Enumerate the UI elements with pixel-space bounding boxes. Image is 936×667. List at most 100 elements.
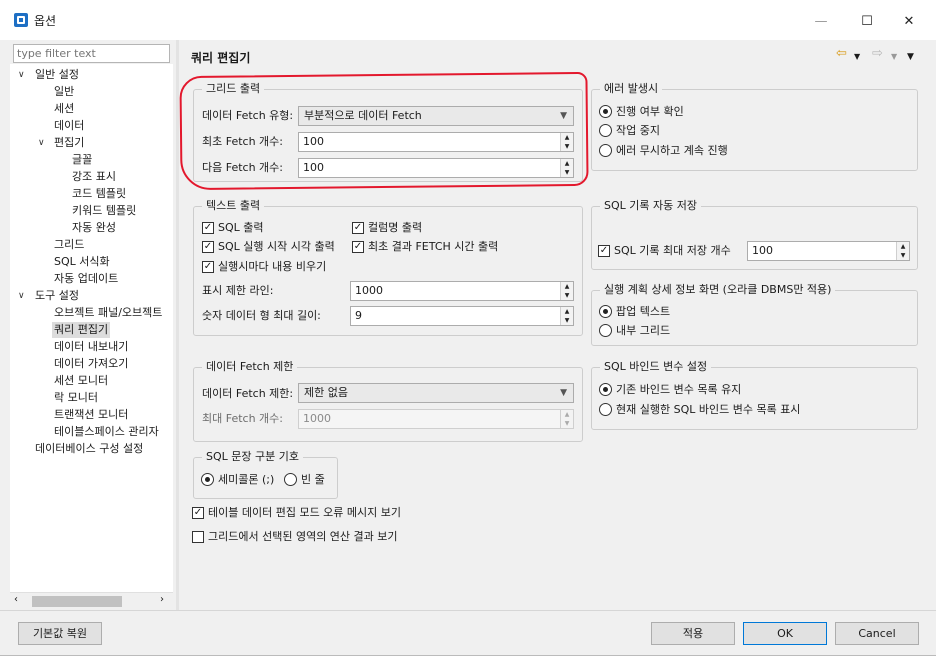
tree-item-general-settings[interactable]: 일반 설정: [35, 67, 79, 83]
radio-confirm-label: 진행 여부 확인: [616, 105, 684, 118]
checkbox-checked-icon: ✓: [598, 245, 610, 257]
tree-item-keyword-template[interactable]: 키워드 템플릿: [72, 203, 136, 219]
checkbox-sql-history-max[interactable]: ✓ SQL 기록 최대 저장 개수: [598, 244, 731, 258]
scroll-right-icon[interactable]: ›: [160, 594, 164, 605]
maximize-button[interactable]: ☐: [844, 6, 890, 36]
tree-item-auto-update[interactable]: 자동 업데이트: [54, 271, 118, 287]
display-limit-spinner[interactable]: 1000 ▲ ▼: [350, 281, 574, 301]
tree-item-general[interactable]: 일반: [54, 84, 74, 100]
tree-item-sql-format[interactable]: SQL 서식화: [54, 254, 110, 270]
forward-menu-icon[interactable]: ▼: [891, 50, 897, 64]
column-output-label: 컬럼명 출력: [368, 221, 423, 234]
spinner-arrows-icon[interactable]: ▲ ▼: [896, 242, 909, 260]
radio-blank-line[interactable]: 빈 줄: [284, 473, 325, 487]
fetch-limit-group: 데이터 Fetch 제한 데이터 Fetch 제한: 제한 없음 ▼ 최대 Fe…: [193, 360, 583, 442]
tree-item-editor[interactable]: 편집기: [54, 135, 84, 151]
expand-tools-icon[interactable]: ∨: [18, 288, 25, 304]
tree-item-grid[interactable]: 그리드: [54, 237, 84, 253]
tree-item-tools[interactable]: 도구 설정: [35, 288, 79, 304]
checkbox-column-output[interactable]: ✓ 컬럼명 출력: [352, 221, 422, 235]
tree-item-data-import[interactable]: 데이터 가져오기: [54, 356, 128, 372]
filter-input[interactable]: [13, 44, 170, 63]
radio-icon: [284, 473, 297, 486]
title-bar: 옵션 — ☐ ✕: [0, 0, 936, 40]
panel-divider[interactable]: [176, 40, 179, 610]
table-edit-error-label: 테이블 데이터 편집 모드 오류 메시지 보기: [208, 506, 402, 519]
fetch-limit-title: 데이터 Fetch 제한: [202, 360, 298, 374]
maximize-icon: ☐: [861, 13, 873, 29]
checkbox-sql-output[interactable]: ✓ SQL 출력: [202, 221, 264, 235]
apply-button[interactable]: 적용: [651, 622, 735, 645]
tree-item-tablespace-manager[interactable]: 테이블스페이스 관리자: [54, 424, 159, 440]
spinner-arrows-icon[interactable]: ▲ ▼: [560, 307, 573, 325]
tree-item-data-export[interactable]: 데이터 내보내기: [54, 339, 128, 355]
tree-item-highlight[interactable]: 강조 표시: [72, 169, 116, 185]
error-title: 에러 발생시: [600, 82, 663, 96]
cancel-button[interactable]: Cancel: [835, 622, 919, 645]
checkbox-unchecked-icon: [192, 531, 204, 543]
checkbox-first-result-time[interactable]: ✓ 최초 결과 FETCH 시간 출력: [352, 240, 498, 254]
spinner-arrows-icon[interactable]: ▲ ▼: [560, 410, 573, 428]
checkbox-checked-icon: ✓: [202, 241, 214, 253]
tree-item-autocomplete[interactable]: 자동 완성: [72, 220, 116, 236]
separator-group: SQL 문장 구분 기호 세미콜론 (;) 빈 줄: [193, 450, 338, 499]
bind-vars-group: SQL 바인드 변수 설정 기존 바인드 변수 목록 유지 현재 실행한 SQL…: [591, 360, 918, 430]
radio-semicolon-label: 세미콜론 (;): [218, 473, 275, 486]
tree-item-db-config[interactable]: 데이터베이스 구성 설정: [35, 441, 143, 457]
sql-history-title: SQL 기록 자동 저장: [600, 199, 701, 213]
sql-history-max-label: SQL 기록 최대 저장 개수: [614, 244, 731, 257]
checkbox-sql-start-time[interactable]: ✓ SQL 실행 시작 시각 출력: [202, 240, 335, 254]
close-icon: ✕: [903, 13, 915, 29]
radio-icon: [599, 324, 612, 337]
view-menu-icon[interactable]: ▼: [907, 50, 914, 64]
window-title: 옵션: [34, 14, 57, 28]
tree-item-lock-monitor[interactable]: 락 모니터: [54, 390, 98, 406]
max-fetch-spinner[interactable]: 1000 ▲ ▼: [298, 409, 574, 429]
scroll-left-icon[interactable]: ‹: [14, 594, 18, 605]
radio-ignore[interactable]: 에러 무시하고 계속 진행: [599, 144, 728, 158]
text-output-title: 텍스트 출력: [202, 199, 265, 213]
forward-arrow-icon[interactable]: ⇨: [872, 47, 883, 61]
radio-selected-icon: [201, 473, 214, 486]
fetch-limit-value: 제한 없음: [304, 386, 348, 399]
radio-stop[interactable]: 작업 중지: [599, 124, 660, 138]
tree-horizontal-scrollbar[interactable]: ‹ ›: [10, 592, 173, 609]
expand-general-icon[interactable]: ∨: [18, 67, 25, 83]
tree-item-code-template[interactable]: 코드 템플릿: [72, 186, 126, 202]
radio-confirm[interactable]: 진행 여부 확인: [599, 105, 684, 119]
checkbox-checked-icon: ✓: [202, 261, 214, 273]
radio-internal-grid-label: 내부 그리드: [616, 324, 671, 337]
close-button[interactable]: ✕: [886, 6, 932, 36]
restore-defaults-button[interactable]: 기본값 복원: [18, 622, 102, 645]
spinner-arrows-icon[interactable]: ▲ ▼: [560, 282, 573, 300]
tree-item-query-editor[interactable]: 쿼리 편집기: [52, 322, 111, 338]
back-arrow-icon[interactable]: ⇦: [836, 47, 847, 61]
tree-item-object-panel[interactable]: 오브젝트 패널/오브젝트: [54, 305, 162, 321]
minimize-button[interactable]: —: [798, 6, 844, 36]
error-group: 에러 발생시 진행 여부 확인 작업 중지 에러 무시하고 계속 진행: [591, 82, 918, 171]
scrollbar-thumb[interactable]: [32, 596, 122, 607]
text-output-group: 텍스트 출력 ✓ SQL 출력 ✓ 컬럼명 출력 ✓ SQL 실행 시작 시각 출력 …: [193, 199, 583, 336]
sql-output-label: SQL 출력: [218, 221, 264, 234]
radio-keep-bind-vars[interactable]: 기존 바인드 변수 목록 유지: [599, 383, 741, 397]
numeric-width-spinner[interactable]: 9 ▲ ▼: [350, 306, 574, 326]
checkbox-clear-each-run[interactable]: ✓ 실행시마다 내용 비우기: [202, 260, 326, 274]
radio-current-bind-vars[interactable]: 현재 실행한 SQL 바인드 변수 목록 표시: [599, 403, 800, 417]
checkbox-table-edit-error[interactable]: ✓ 테이블 데이터 편집 모드 오류 메시지 보기: [192, 506, 401, 520]
preferences-tree[interactable]: ∨ 일반 설정 일반 세션 데이터 ∨ 편집기 글꼴 강조 표시 코드 템플릿 …: [10, 64, 173, 608]
tree-item-data[interactable]: 데이터: [54, 118, 84, 134]
ok-button[interactable]: OK: [743, 622, 827, 645]
tree-item-session[interactable]: 세션: [54, 101, 74, 117]
tree-item-session-monitor[interactable]: 세션 모니터: [54, 373, 108, 389]
back-menu-icon[interactable]: ▼: [854, 50, 860, 64]
tree-item-font[interactable]: 글꼴: [72, 152, 92, 168]
sql-history-max-spinner[interactable]: 100 ▲ ▼: [747, 241, 910, 261]
radio-semicolon[interactable]: 세미콜론 (;): [201, 473, 274, 487]
radio-popup-text[interactable]: 팝업 텍스트: [599, 305, 670, 319]
checkbox-grid-selection-calc[interactable]: 그리드에서 선택된 영역의 연산 결과 보기: [192, 530, 398, 544]
expand-editor-icon[interactable]: ∨: [38, 135, 45, 151]
radio-icon: [599, 403, 612, 416]
tree-item-transaction-monitor[interactable]: 트랜잭션 모니터: [54, 407, 128, 423]
radio-internal-grid[interactable]: 내부 그리드: [599, 324, 670, 338]
fetch-limit-select[interactable]: 제한 없음 ▼: [298, 383, 574, 403]
